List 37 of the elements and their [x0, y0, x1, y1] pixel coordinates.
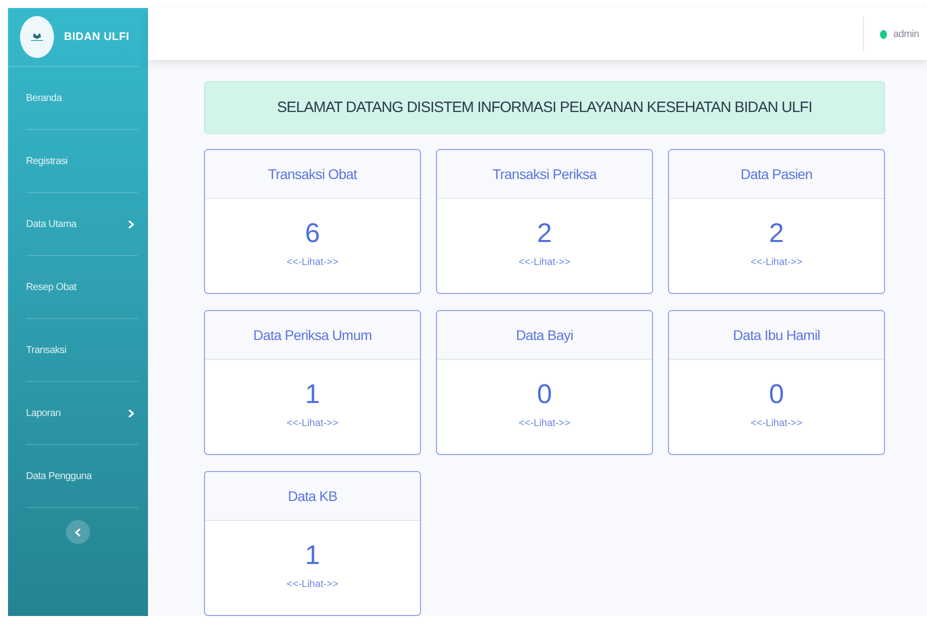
card-count: 6	[304, 217, 320, 249]
card-count: 2	[536, 217, 552, 249]
sidebar-item[interactable]: Transaksi	[26, 319, 138, 382]
view-link[interactable]: <<-Lihat->>	[286, 257, 338, 268]
logo-icon	[20, 16, 54, 58]
view-link[interactable]: <<-Lihat->>	[750, 257, 802, 268]
chevron-right-icon	[128, 220, 134, 228]
card-title: Transaksi Periksa	[492, 166, 596, 182]
chevron-right-icon	[128, 408, 134, 418]
user-name[interactable]: admin	[893, 28, 919, 40]
welcome-text: SELAMAT DATANG DISISTEM INFORMASI PELAYANAN KESEHATAN BIDAN ULFI	[276, 99, 812, 116]
view-link[interactable]: <<-Lihat->>	[518, 257, 570, 268]
card-count: 1	[304, 539, 320, 571]
card-title: Transaksi Obat	[268, 166, 357, 182]
status-dot	[880, 30, 888, 38]
card-title: Data Pasien	[740, 166, 812, 182]
card-title: Data Ibu Hamil	[733, 327, 820, 343]
sidebar-item[interactable]: Resep Obat	[26, 256, 138, 319]
sidebar-item[interactable]: Laporan	[26, 382, 138, 445]
view-link[interactable]: <<-Lihat->>	[518, 418, 570, 429]
view-link[interactable]: <<-Lihat->>	[286, 418, 338, 429]
sidebar-item[interactable]: Beranda	[26, 67, 138, 130]
sidebar-item[interactable]: Data Pengguna	[26, 445, 138, 508]
view-link[interactable]: <<-Lihat->>	[750, 418, 802, 429]
card-count: 1	[304, 378, 320, 410]
sidebar-item[interactable]: Data Utama	[26, 193, 138, 256]
card-count: 0	[536, 378, 552, 410]
card-count: 2	[768, 217, 784, 249]
chevron-left-icon	[75, 528, 81, 536]
brand-name: BIDAN ULFI	[64, 31, 130, 43]
sidebar-toggle-button[interactable]	[66, 520, 90, 544]
card-title: Data Bayi	[516, 327, 574, 343]
card-count: 0	[768, 378, 784, 410]
card-title: Data Periksa Umum	[253, 327, 372, 343]
view-link[interactable]: <<-Lihat->>	[286, 579, 338, 590]
card-title: Data KB	[288, 488, 338, 504]
sidebar-item[interactable]: Registrasi	[26, 130, 138, 193]
